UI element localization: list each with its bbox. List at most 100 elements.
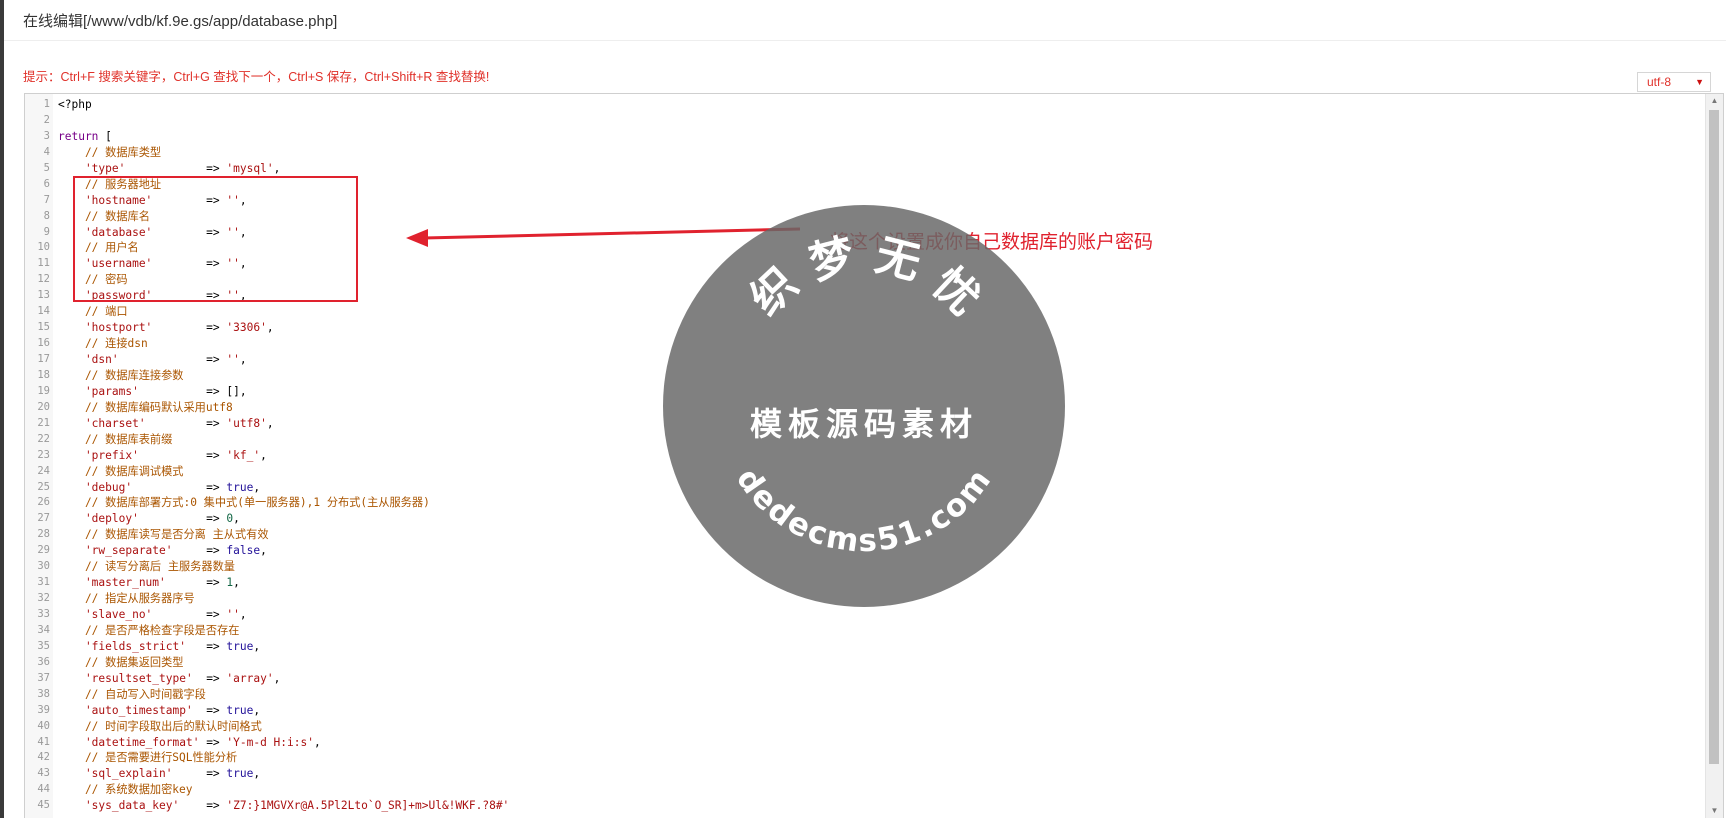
- code-token: ,: [260, 448, 267, 462]
- line-number: 19: [37, 384, 50, 397]
- code-token: 'utf8': [226, 416, 267, 430]
- code-line[interactable]: 3 return [: [25, 129, 1701, 145]
- code-text[interactable]: // 端口: [58, 304, 128, 320]
- code-token: =>: [165, 576, 227, 590]
- code-token: ,: [253, 639, 261, 653]
- code-line[interactable]: 1 <?php: [25, 97, 1701, 113]
- code-text[interactable]: 'sys_data_key' => 'Z7:}1MGVXr@A.5Pl2Lto`…: [58, 798, 509, 814]
- code-text[interactable]: 'slave_no' => '',: [58, 607, 247, 623]
- code-token: =>: [138, 448, 227, 462]
- code-token: <?php: [58, 98, 92, 111]
- code-line[interactable]: 33 'slave_no' => '',: [25, 607, 1701, 623]
- code-text[interactable]: return [: [58, 129, 112, 145]
- code-line[interactable]: 38 // 自动写入时间戳字段: [25, 687, 1701, 703]
- code-text[interactable]: 'charset' => 'utf8',: [58, 416, 274, 432]
- code-text[interactable]: 'datetime_format' => 'Y-m-d H:i:s',: [58, 735, 321, 751]
- code-token: '': [226, 608, 240, 621]
- vertical-scrollbar[interactable]: ▲ ▼: [1705, 94, 1723, 818]
- code-text[interactable]: 'prefix' => 'kf_',: [58, 448, 267, 464]
- code-line[interactable]: 37 'resultset_type' => 'array',: [25, 671, 1701, 687]
- code-text[interactable]: 'params' => [],: [58, 384, 247, 400]
- line-number: 6: [43, 177, 50, 190]
- code-token: ,: [233, 512, 240, 526]
- code-text[interactable]: 'type' => 'mysql',: [58, 161, 280, 177]
- code-line[interactable]: 45 'sys_data_key' => 'Z7:}1MGVXr@A.5Pl2L…: [25, 798, 1701, 814]
- code-text[interactable]: // 数据库部署方式:0 集中式(单一服务器),1 分布式(主从服务器): [58, 495, 430, 511]
- code-text[interactable]: 'sql_explain' => true,: [58, 766, 260, 782]
- code-text[interactable]: // 是否严格检查字段是否存在: [58, 623, 239, 639]
- code-token: => [],: [138, 384, 247, 398]
- svg-text:dedecms51.com: dedecms51.com: [729, 461, 999, 560]
- code-text[interactable]: // 是否需要进行SQL性能分析: [58, 750, 237, 766]
- code-token: ,: [239, 353, 247, 366]
- line-number: 43: [37, 767, 50, 780]
- code-text[interactable]: 'rw_separate' => false,: [58, 543, 267, 559]
- code-text[interactable]: // 数据库调试模式: [58, 464, 184, 480]
- code-text[interactable]: // 连接dsn: [58, 336, 148, 352]
- line-number: 36: [37, 655, 50, 668]
- code-text[interactable]: 'debug' => true,: [58, 480, 260, 496]
- code-text[interactable]: // 数据库表前缀: [58, 432, 172, 448]
- code-line[interactable]: 40 // 时间字段取出后的默认时间格式: [25, 719, 1701, 735]
- code-token: true: [226, 703, 254, 717]
- code-token: ,: [239, 608, 247, 621]
- code-line[interactable]: 36 // 数据集返回类型: [25, 655, 1701, 671]
- dialog-title: 在线编辑[/www/vdb/kf.9e.gs/app/database.php]: [23, 13, 338, 30]
- code-text[interactable]: 'resultset_type' => 'array',: [58, 671, 280, 687]
- code-text[interactable]: // 数据库连接参数: [58, 368, 184, 384]
- code-token: =>: [132, 480, 227, 494]
- code-token: =>: [138, 512, 227, 526]
- scroll-up-icon[interactable]: ▲: [1706, 94, 1723, 108]
- code-line[interactable]: 41 'datetime_format' => 'Y-m-d H:i:s',: [25, 735, 1701, 751]
- line-number: 11: [37, 257, 50, 270]
- code-text[interactable]: // 系统数据加密key: [58, 782, 193, 798]
- line-number: 5: [43, 161, 50, 174]
- code-line[interactable]: 42 // 是否需要进行SQL性能分析: [25, 750, 1701, 766]
- dialog-title-bar: 在线编辑[/www/vdb/kf.9e.gs/app/database.php]: [4, 0, 1726, 41]
- code-line[interactable]: 2: [25, 113, 1701, 129]
- code-text[interactable]: // 数据库读写是否分离 主从式有效: [58, 527, 269, 543]
- code-line[interactable]: 44 // 系统数据加密key: [25, 782, 1701, 798]
- code-text[interactable]: // 自动写入时间戳字段: [58, 687, 206, 703]
- code-line[interactable]: 34 // 是否严格检查字段是否存在: [25, 623, 1701, 639]
- code-token: =>: [192, 703, 227, 717]
- code-line[interactable]: 39 'auto_timestamp' => true,: [25, 703, 1701, 719]
- encoding-select[interactable]: utf-8 ▼: [1637, 72, 1711, 92]
- line-number: 8: [43, 209, 50, 222]
- code-token: ,: [233, 576, 240, 590]
- code-token: // 时间字段取出后的默认时间格式: [58, 719, 262, 733]
- code-line[interactable]: 5 'type' => 'mysql',: [25, 161, 1701, 177]
- code-text[interactable]: // 数据集返回类型: [58, 655, 184, 671]
- line-number: 44: [37, 783, 50, 796]
- code-line[interactable]: 35 'fields_strict' => true,: [25, 639, 1701, 655]
- code-line[interactable]: 43 'sql_explain' => true,: [25, 766, 1701, 782]
- code-text[interactable]: 'auto_timestamp' => true,: [58, 703, 260, 719]
- code-text[interactable]: // 时间字段取出后的默认时间格式: [58, 719, 262, 735]
- line-number: 29: [37, 544, 50, 557]
- code-text[interactable]: 'master_num' => 1,: [58, 575, 240, 591]
- code-token: 'fields_strict': [58, 639, 186, 653]
- code-text[interactable]: 'dsn' => '',: [58, 352, 247, 368]
- code-text[interactable]: 'hostport' => '3306',: [58, 320, 274, 336]
- code-text[interactable]: // 指定从服务器序号: [58, 591, 195, 607]
- code-text[interactable]: // 数据库类型: [58, 145, 161, 161]
- scrollbar-thumb[interactable]: [1709, 110, 1719, 764]
- scroll-down-icon[interactable]: ▼: [1706, 804, 1723, 818]
- line-number: 35: [37, 639, 50, 652]
- code-line[interactable]: 4 // 数据库类型: [25, 145, 1701, 161]
- credentials-highlight-box: [73, 176, 358, 302]
- line-number: 17: [37, 353, 50, 365]
- code-text[interactable]: 'deploy' => 0,: [58, 511, 240, 527]
- code-token: [: [98, 129, 112, 143]
- line-number: 33: [37, 608, 50, 620]
- code-text[interactable]: 'fields_strict' => true,: [58, 639, 260, 655]
- code-text[interactable]: <?php: [58, 97, 92, 113]
- code-text[interactable]: // 数据库编码默认采用utf8: [58, 400, 233, 416]
- code-token: ,: [273, 671, 281, 685]
- code-token: 'debug': [58, 480, 133, 494]
- code-token: 'mysql': [226, 161, 274, 175]
- code-token: =>: [172, 544, 227, 558]
- shortcut-hint: 提示：Ctrl+F 搜索关键字，Ctrl+G 查找下一个，Ctrl+S 保存，C…: [23, 70, 490, 84]
- code-text[interactable]: // 读写分离后 主服务器数量: [58, 559, 235, 575]
- line-number: 20: [37, 400, 50, 413]
